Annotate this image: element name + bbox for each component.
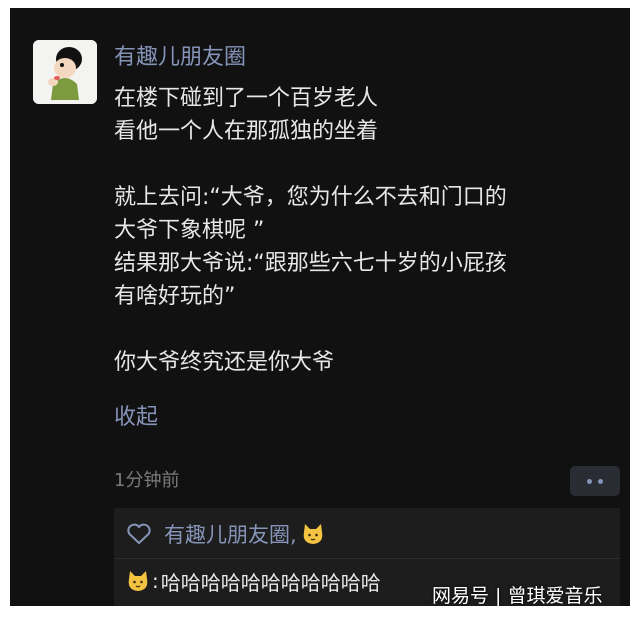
post-line: 结果那大爷说:“跟那些六七十岁的小屁孩 — [114, 251, 507, 276]
divider — [114, 558, 620, 559]
liker-name[interactable]: 有趣儿朋友圈, — [164, 519, 297, 549]
comment-separator: : — [152, 569, 159, 593]
post-timestamp: 1分钟前 — [114, 470, 180, 491]
post-line: 在楼下碰到了一个百岁老人 — [114, 86, 379, 111]
page-margin — [630, 0, 640, 618]
heart-icon — [127, 523, 151, 544]
more-actions-button[interactable] — [570, 466, 620, 496]
post-line: 就上去问:“大爷，您为什么不去和门口的 — [114, 185, 507, 210]
moments-screen: 有趣儿朋友圈 在楼下碰到了一个百岁老人 看他一个人在那孤独的坐着 就上去问:“大… — [10, 8, 630, 606]
avatar[interactable] — [33, 40, 97, 104]
cartoon-avatar-icon — [33, 40, 97, 104]
comment-item[interactable]: : 哈哈哈哈哈哈哈哈哈哈哈 — [126, 566, 381, 596]
collapse-link[interactable]: 收起 — [114, 403, 158, 433]
likes-row: 有趣儿朋友圈, — [126, 518, 325, 550]
post-line: 大爷下象棋呢 ” — [114, 218, 265, 243]
more-dots-icon — [587, 479, 592, 484]
comment-text: 哈哈哈哈哈哈哈哈哈哈哈 — [160, 570, 381, 595]
post-author-name[interactable]: 有趣儿朋友圈 — [114, 43, 246, 73]
post-line: 有啥好玩的” — [114, 284, 236, 309]
cat-face-icon[interactable] — [126, 570, 150, 592]
post-line: 你大爷终究还是你大爷 — [114, 350, 335, 375]
post-line: 看他一个人在那孤独的坐着 — [114, 119, 379, 144]
post-content: 在楼下碰到了一个百岁老人 看他一个人在那孤独的坐着 就上去问:“大爷，您为什么不… — [114, 82, 614, 379]
source-watermark: 网易号 | 曾琪爱音乐 — [432, 585, 603, 606]
more-dots-icon — [598, 479, 603, 484]
cat-face-icon[interactable] — [301, 523, 325, 545]
